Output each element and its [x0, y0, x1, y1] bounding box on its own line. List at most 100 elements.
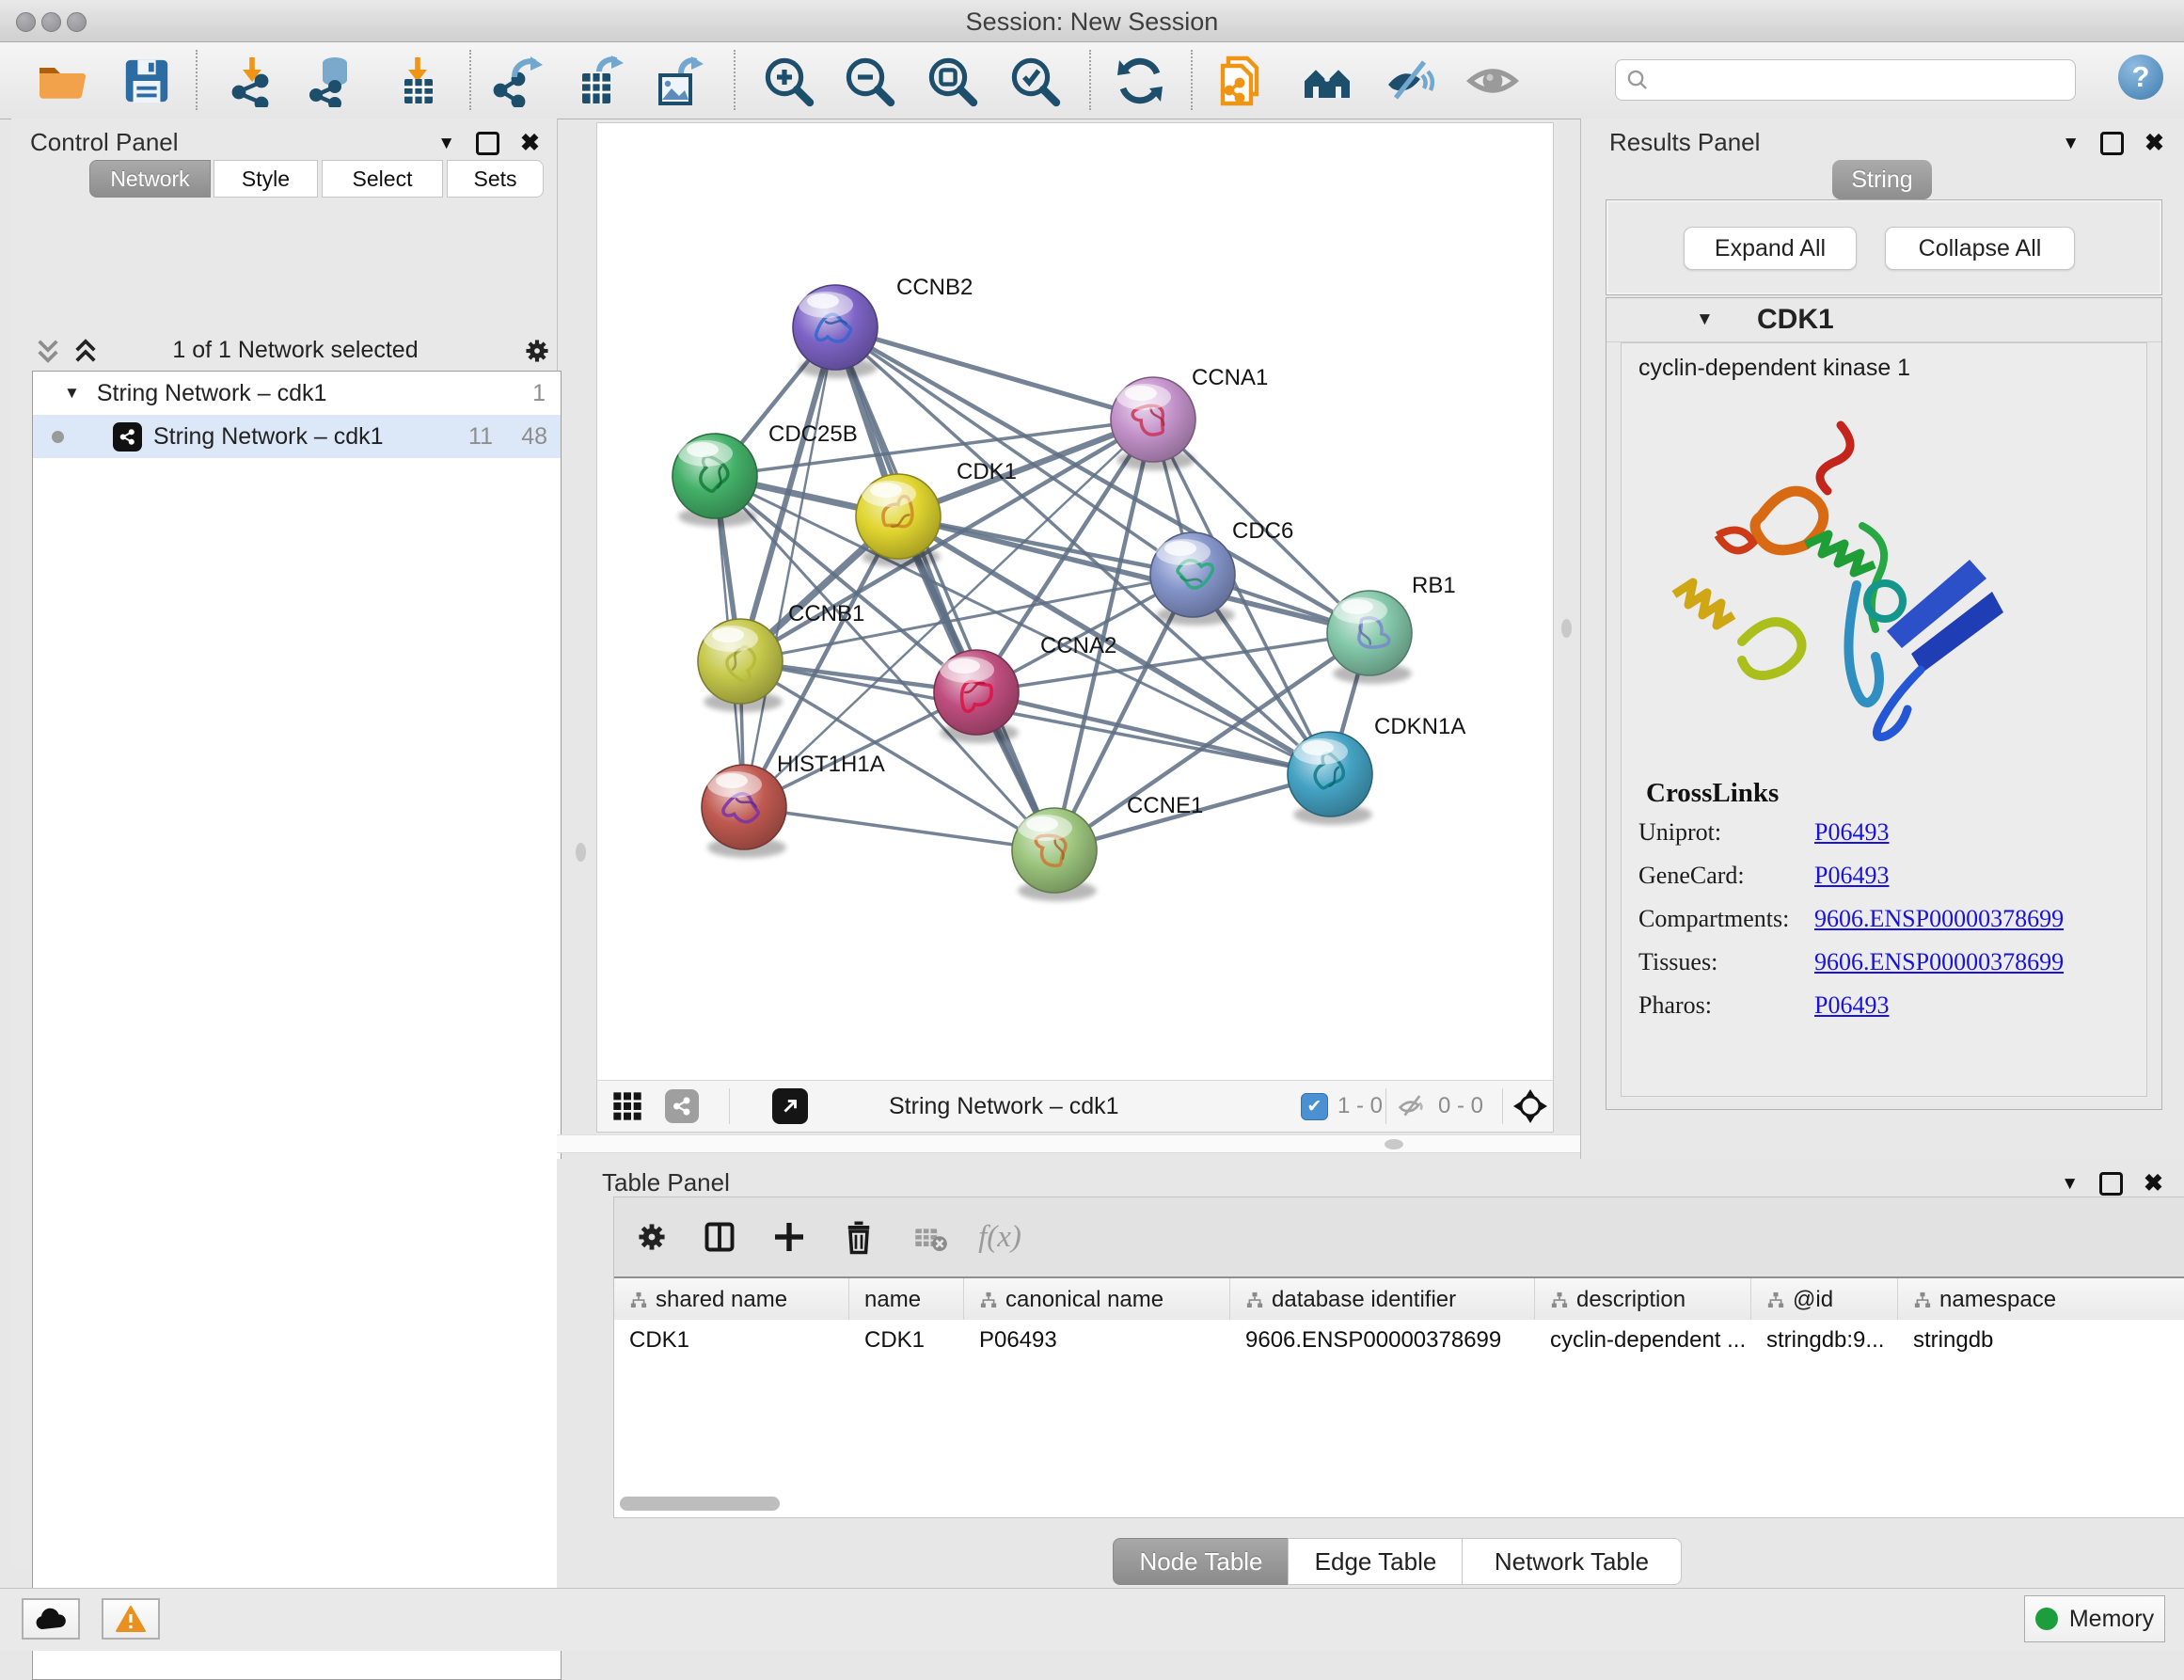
network-node-cdk1[interactable] — [856, 474, 941, 567]
search-input[interactable] — [1650, 62, 2075, 98]
panel-float-icon[interactable] — [476, 132, 499, 155]
crosslink-link[interactable]: P06493 — [1814, 818, 1889, 847]
show-columns-button[interactable] — [693, 1211, 746, 1263]
network-node-ccna2[interactable] — [934, 650, 1019, 743]
vertical-splitter-handle[interactable] — [1561, 619, 1572, 638]
panel-menu-icon[interactable]: ▼ — [2061, 1174, 2079, 1195]
table-settings-button[interactable] — [625, 1211, 678, 1263]
network-node-hist1h1a[interactable] — [702, 765, 786, 858]
birdseye-view-button[interactable] — [1511, 1081, 1549, 1132]
cloud-status-button[interactable] — [22, 1598, 80, 1640]
network-edge[interactable] — [835, 327, 1153, 420]
import-table-file-button[interactable] — [388, 53, 448, 109]
panel-close-icon[interactable]: ✖ — [2144, 1175, 2163, 1193]
network-edge[interactable] — [744, 807, 1054, 850]
tab-edge-table[interactable]: Edge Table — [1288, 1538, 1464, 1585]
column-header-name[interactable]: name — [849, 1278, 964, 1322]
tab-sets[interactable]: Sets — [447, 160, 544, 198]
grid-view-button[interactable] — [612, 1081, 642, 1132]
zoom-selected-button[interactable] — [1005, 53, 1065, 109]
gene-section-header[interactable]: ▼ CDK1 — [1606, 298, 2161, 342]
network-row-selected[interactable]: String Network – cdk1 11 48 — [33, 415, 561, 458]
network-node-cdc6[interactable] — [1150, 532, 1235, 626]
open-session-button[interactable] — [32, 53, 92, 109]
houses-icon — [1301, 55, 1353, 107]
tab-select[interactable]: Select — [322, 160, 443, 198]
collapse-all-button[interactable]: Collapse All — [1885, 227, 2075, 270]
network-collection-row[interactable]: ▼ String Network – cdk1 1 — [33, 372, 561, 415]
selected-checkbox[interactable]: ✔ 1 - 0 — [1301, 1081, 1383, 1132]
duplicate-network-button[interactable] — [1213, 53, 1274, 109]
panel-close-icon[interactable]: ✖ — [520, 135, 540, 152]
network-badge-button[interactable] — [665, 1081, 699, 1132]
network-node-ccne1[interactable] — [1012, 808, 1097, 901]
zoom-in-button[interactable] — [758, 53, 818, 109]
vertical-splitter-handle[interactable] — [576, 843, 586, 862]
tree-expand-icon[interactable]: ▼ — [64, 384, 80, 403]
network-canvas[interactable]: CCNB2CCNA1CDC25BCDK1CDC6RB1CCNB1CCNA2HIS… — [596, 122, 1554, 1081]
crosslink-link[interactable]: 9606.ENSP00000378699 — [1814, 948, 2064, 976]
horizontal-scrollbar-thumb[interactable] — [620, 1497, 780, 1511]
gear-icon[interactable] — [521, 335, 553, 367]
first-neighbors-button[interactable] — [1297, 53, 1357, 109]
memory-button[interactable]: Memory — [2024, 1595, 2165, 1642]
results-controls-box: Expand All Collapse All — [1606, 199, 2162, 295]
export-network-button[interactable] — [488, 53, 548, 109]
hidden-indicator[interactable]: 0 - 0 — [1397, 1081, 1483, 1132]
tab-string[interactable]: String — [1832, 160, 1932, 199]
refresh-layout-button[interactable] — [1110, 53, 1170, 109]
column-header-shared-name[interactable]: shared name — [614, 1278, 849, 1322]
crosslink-link[interactable]: 9606.ENSP00000378699 — [1814, 905, 2064, 933]
export-table-icon — [573, 55, 625, 107]
zoom-out-button[interactable] — [839, 53, 899, 109]
crosslink-link[interactable]: P06493 — [1814, 862, 1889, 890]
section-collapse-icon[interactable]: ▼ — [1696, 309, 1714, 330]
expand-all-button[interactable]: Expand All — [1684, 227, 1857, 270]
column-header-namespace[interactable]: namespace — [1898, 1278, 2184, 1322]
export-table-button[interactable] — [569, 53, 629, 109]
export-image-button[interactable] — [649, 53, 709, 109]
network-node-cdc25b[interactable] — [673, 434, 757, 527]
column-header-id[interactable]: @id — [1751, 1278, 1898, 1322]
zoom-fit-button[interactable] — [922, 53, 982, 109]
tab-network-table[interactable]: Network Table — [1462, 1538, 1682, 1585]
column-header-database-identifier[interactable]: database identifier — [1230, 1278, 1535, 1322]
column-header-canonical-name[interactable]: canonical name — [964, 1278, 1230, 1322]
network-edge[interactable] — [976, 633, 1369, 692]
zoom-fit-icon — [926, 55, 978, 107]
panel-float-icon[interactable] — [2100, 132, 2124, 155]
add-column-button[interactable] — [763, 1211, 815, 1263]
hide-selected-button[interactable] — [1381, 53, 1441, 109]
import-network-file-button[interactable] — [222, 53, 282, 109]
control-panel: Control Panel ▼ ✖ Network Style Select S… — [11, 119, 558, 1567]
delete-table-button-disabled[interactable] — [904, 1211, 957, 1263]
panel-close-icon[interactable]: ✖ — [2144, 135, 2164, 152]
open-in-new-window-button[interactable] — [772, 1081, 808, 1132]
search-field[interactable] — [1615, 59, 2076, 101]
panel-menu-icon[interactable]: ▼ — [437, 134, 455, 154]
warnings-button[interactable] — [102, 1598, 160, 1640]
network-node-cdkn1a[interactable] — [1288, 732, 1372, 825]
tab-node-table[interactable]: Node Table — [1113, 1538, 1290, 1585]
import-network-database-button[interactable] — [301, 53, 361, 109]
column-type-icon — [629, 1292, 648, 1308]
delete-column-button[interactable] — [832, 1211, 885, 1263]
panel-float-icon[interactable] — [2099, 1172, 2123, 1196]
help-button[interactable]: ? — [2118, 55, 2163, 100]
tab-style[interactable]: Style — [214, 160, 318, 198]
panel-menu-icon[interactable]: ▼ — [2062, 134, 2080, 154]
network-edge[interactable] — [976, 692, 1330, 774]
function-builder-button-disabled[interactable]: f(x) — [973, 1211, 1026, 1263]
crosslink-link[interactable]: P06493 — [1814, 991, 1889, 1020]
show-all-button[interactable] — [1463, 53, 1523, 109]
tab-network[interactable]: Network — [89, 160, 211, 198]
table-row[interactable]: CDK1 CDK1 P06493 9606.ENSP00000378699 cy… — [614, 1320, 2184, 1361]
column-header-description[interactable]: description — [1535, 1278, 1751, 1322]
network-node-ccna1[interactable] — [1111, 377, 1195, 470]
network-node-ccnb2[interactable] — [793, 285, 878, 378]
hidden-count: 0 - 0 — [1438, 1093, 1483, 1119]
network-node-ccnb1[interactable] — [698, 619, 783, 712]
network-node-rb1[interactable] — [1327, 591, 1412, 684]
save-session-button[interactable] — [117, 53, 177, 109]
splitter-handle[interactable] — [1385, 1139, 1403, 1149]
